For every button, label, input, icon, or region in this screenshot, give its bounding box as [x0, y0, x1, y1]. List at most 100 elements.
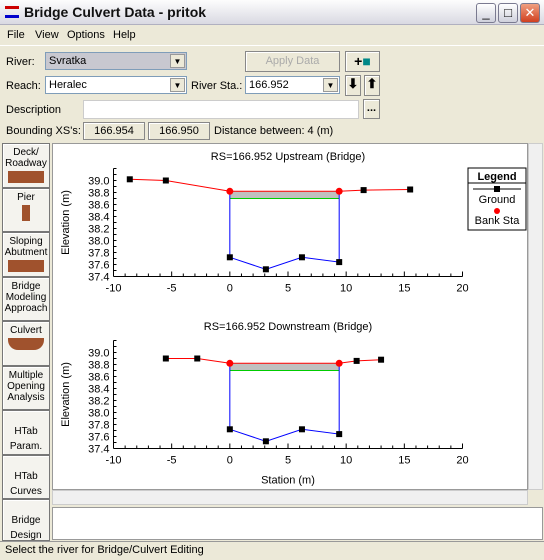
camera-icon: ■: [362, 53, 371, 69]
horizontal-scrollbar[interactable]: [52, 490, 528, 505]
river-select[interactable]: Svratka ▼: [45, 52, 187, 70]
culvert-icon: [8, 338, 44, 350]
maximize-button[interactable]: □: [498, 3, 518, 23]
bounding-downstream-button[interactable]: 166.950: [148, 122, 210, 140]
chart-title: RS=166.952 Upstream (Bridge): [211, 151, 365, 163]
sloping-abutment-icon: [8, 260, 44, 272]
y-tick-label: 38.8: [88, 360, 109, 372]
deck-roadway-icon: [8, 171, 44, 183]
x-tick-label: 5: [285, 283, 291, 295]
menu-file[interactable]: File: [7, 29, 25, 41]
chevron-down-icon: ▼: [323, 78, 338, 92]
plot-panel: RS=166.952 Upstream (Bridge) 37.4 37.6 37.8…: [52, 143, 528, 490]
menu-bar: File View Options Help: [0, 26, 544, 46]
ground-point: [194, 355, 201, 362]
status-text: Select the river for Bridge/Culvert Edit…: [5, 544, 204, 556]
sidebar-pier-button[interactable]: Pier: [2, 188, 50, 232]
description-more-button[interactable]: ...: [363, 99, 380, 119]
river-label: River:: [6, 56, 35, 68]
cross-section-plots: RS=166.952 Upstream (Bridge)37.437.637.8…: [60, 151, 527, 487]
sidebar-label: Deck/ Roadway: [5, 147, 47, 169]
sidebar-label: Multiple Opening Analysis: [7, 370, 45, 403]
sidebar-label: Culvert: [10, 325, 42, 336]
ground-point: [162, 355, 169, 362]
chart-title: RS=166.952 Downstream (Bridge): [204, 321, 372, 333]
sidebar-htab-curves-button[interactable]: HTab Curves: [2, 455, 50, 499]
bounding-upstream-button[interactable]: 166.954: [83, 122, 145, 140]
x-tick-label: 0: [227, 455, 233, 467]
next-station-up-button[interactable]: ⬆: [364, 75, 380, 96]
bank-station-point: [335, 187, 343, 195]
close-button[interactable]: ✕: [520, 3, 540, 23]
river-value: Svratka: [49, 55, 87, 67]
sidebar-deck-roadway-button[interactable]: Deck/ Roadway: [2, 143, 50, 188]
x-tick-label: -5: [167, 283, 177, 295]
y-tick-label: 38.0: [88, 408, 109, 420]
river-sta-select[interactable]: 166.952 ▼: [245, 76, 340, 94]
y-tick-label: 38.6: [88, 372, 109, 384]
legend-bank-marker: [494, 208, 500, 214]
sidebar-bridge-modeling-approach-button[interactable]: Bridge Modeling Approach: [2, 277, 50, 321]
x-tick-label: -5: [167, 455, 177, 467]
chevron-down-icon: ▼: [170, 54, 185, 68]
ground-point: [336, 431, 343, 438]
x-tick-label: 15: [398, 283, 410, 295]
menu-help[interactable]: Help: [113, 29, 136, 41]
ground-point: [226, 426, 233, 433]
y-axis-label: Elevation (m): [60, 362, 72, 427]
next-station-down-button[interactable]: ⬇: [345, 75, 361, 96]
x-tick-label: 15: [398, 455, 410, 467]
y-tick-label: 38.4: [88, 384, 109, 396]
chevron-down-icon: ▼: [170, 78, 185, 92]
status-bar: Select the river for Bridge/Culvert Edit…: [0, 541, 544, 560]
ground-point: [298, 426, 305, 433]
ground-point: [226, 254, 233, 261]
x-tick-label: 20: [456, 283, 468, 295]
ground-overbank-line: [129, 178, 411, 192]
sidebar-label: Sloping Abutment: [4, 236, 48, 258]
legend-ground-label: Ground: [479, 194, 516, 206]
sidebar-multiple-opening-analysis-button[interactable]: Multiple Opening Analysis: [2, 366, 50, 410]
ground-point: [262, 438, 269, 445]
arrow-up-icon: ⬆: [366, 76, 378, 91]
river-sta-value: 166.952: [249, 79, 289, 91]
x-axis-label: Station (m): [261, 475, 315, 487]
vertical-scrollbar[interactable]: [528, 143, 543, 490]
ground-point: [126, 176, 133, 183]
y-tick-label: 37.8: [88, 248, 109, 260]
bank-station-point: [226, 359, 234, 367]
x-tick-label: 0: [227, 283, 233, 295]
sidebar-bridge-design-button[interactable]: Bridge Design: [2, 499, 50, 541]
x-tick-label: 10: [340, 283, 352, 295]
bank-station-point: [226, 187, 234, 195]
ground-point: [360, 187, 367, 194]
y-tick-label: 38.4: [88, 212, 109, 224]
description-label: Description: [6, 104, 62, 116]
sidebar-htab-param-button[interactable]: HTab Param.: [2, 410, 50, 455]
reach-select[interactable]: Heralec ▼: [45, 76, 187, 94]
y-tick-label: 38.6: [88, 200, 109, 212]
x-tick-label: 10: [340, 455, 352, 467]
ground-channel-line: [229, 363, 340, 442]
ground-point: [262, 266, 269, 273]
menu-options[interactable]: Options: [67, 29, 105, 41]
sidebar-label: HTab Curves: [10, 471, 42, 497]
sidebar-culvert-button[interactable]: Culvert: [2, 321, 50, 366]
apply-data-button[interactable]: Apply Data: [245, 51, 340, 72]
arrow-down-icon: ⬇: [347, 76, 359, 91]
menu-view[interactable]: View: [35, 29, 59, 41]
y-tick-label: 37.6: [88, 432, 109, 444]
sidebar-label: Bridge Modeling Approach: [4, 281, 48, 314]
reach-value: Heralec: [49, 79, 87, 91]
sidebar-sloping-abutment-button[interactable]: Sloping Abutment: [2, 232, 50, 277]
minimize-button[interactable]: _: [476, 3, 496, 23]
y-tick-label: 38.2: [88, 396, 109, 408]
x-tick-label: -10: [106, 455, 122, 467]
y-tick-label: 38.2: [88, 224, 109, 236]
ground-point: [298, 254, 305, 261]
description-input[interactable]: [83, 100, 359, 119]
y-tick-label: 38.8: [88, 188, 109, 200]
message-box: [52, 507, 543, 540]
add-photo-button[interactable]: +■: [345, 51, 380, 72]
title-bar: Bridge Culvert Data - pritok _ □ ✕: [0, 0, 544, 25]
